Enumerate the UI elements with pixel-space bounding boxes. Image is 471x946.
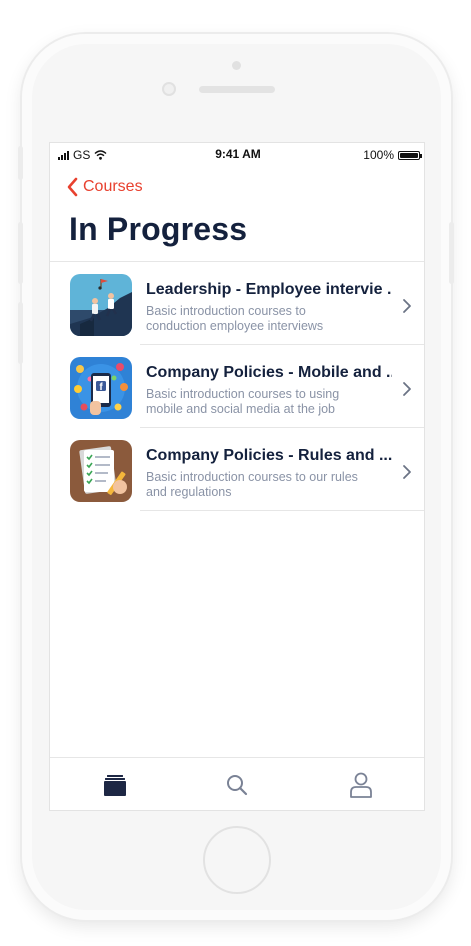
- course-description: Basic introduction courses to using mobi…: [146, 387, 340, 416]
- checklist-clipboard-illustration: [70, 440, 132, 502]
- chevron-right-icon: [403, 465, 411, 479]
- front-camera: [232, 61, 241, 70]
- back-button-label: Courses: [83, 178, 143, 195]
- social-media-phone-illustration: f: [70, 357, 132, 419]
- volume-up-button: [18, 222, 23, 284]
- chevron-right-icon: [403, 382, 411, 396]
- battery-icon: [398, 150, 422, 160]
- leadership-climb-illustration: [70, 274, 132, 336]
- course-description: Basic introduction courses to our rules …: [146, 470, 358, 499]
- chevron-right-icon: [403, 299, 411, 313]
- page-title: In Progress: [69, 211, 248, 247]
- course-title: Company Policies - Rules and ...: [146, 447, 392, 464]
- status-bar: GS 9:41 AM 100%: [50, 143, 424, 165]
- course-row[interactable]: Company Policies - Rules and ... Basic i…: [50, 428, 424, 511]
- search-icon: [227, 775, 248, 796]
- tab-bar: [50, 757, 424, 810]
- power-button: [449, 222, 454, 284]
- volume-down-button: [18, 302, 23, 364]
- home-button[interactable]: [203, 826, 271, 894]
- tab-search[interactable]: [222, 770, 252, 800]
- course-row[interactable]: Leadership - Employee intervie ... Basic…: [50, 262, 424, 345]
- tab-profile[interactable]: [346, 770, 376, 800]
- chevron-left-icon: [67, 177, 78, 197]
- course-row[interactable]: f Company Policies - Mobile and ... Basi…: [50, 345, 424, 428]
- course-title: Leadership - Employee intervie ...: [146, 281, 392, 298]
- course-description: Basic introduction courses to conduction…: [146, 304, 324, 333]
- mute-switch: [18, 146, 23, 180]
- app-screen: GS 9:41 AM 100% Courses In Progress Lead…: [49, 142, 425, 811]
- proximity-sensor: [162, 82, 176, 96]
- profile-icon: [350, 772, 372, 798]
- courses-stack-icon: [104, 775, 126, 796]
- status-right: 100%: [363, 148, 422, 162]
- course-list: Leadership - Employee intervie ... Basic…: [50, 262, 424, 511]
- row-divider: [140, 510, 424, 511]
- earpiece-speaker: [199, 86, 275, 93]
- back-button[interactable]: Courses: [66, 177, 143, 197]
- tab-courses[interactable]: [100, 770, 130, 800]
- battery-percent: 100%: [363, 148, 394, 162]
- course-title: Company Policies - Mobile and ...: [146, 364, 392, 381]
